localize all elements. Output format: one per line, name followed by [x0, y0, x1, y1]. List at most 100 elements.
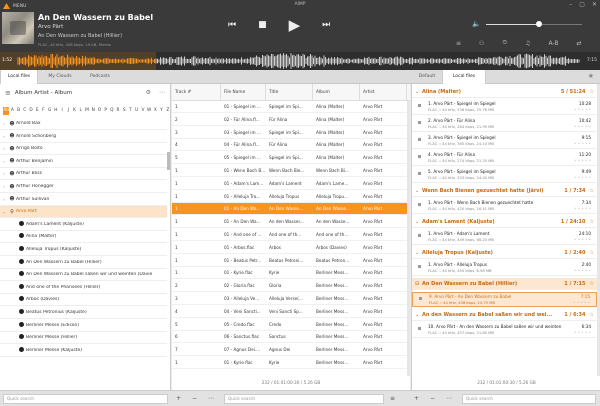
tab-playlist-local-files[interactable]: Local files [442, 70, 486, 84]
expand-arrow-icon[interactable]: › [0, 134, 8, 139]
playlist-track[interactable]: 10. Arvo Pärt - An den Wassern zu Babel … [412, 323, 597, 338]
tree-album-row[interactable]: Berliner Messe (Kaljuste) [0, 345, 167, 357]
playlist-add-button[interactable]: + [414, 394, 419, 404]
add-button[interactable]: + [176, 394, 181, 404]
stop-button[interactable]: ■ [258, 21, 267, 30]
table-row[interactable]: 1 01 - An Den Wa... An Den Wasse... An Den … [172, 203, 410, 216]
tree-album-row[interactable]: Arbos (Davies) [0, 294, 167, 307]
tree-artist-row[interactable]: › ☻ Arthur Bliss [0, 168, 167, 181]
tree-album-row[interactable]: An Den Wassern zu Babel saßen wir und we… [0, 269, 167, 282]
sleep-timer-icon[interactable]: ⏲ [502, 39, 507, 47]
table-row[interactable]: 3 03 - Alleluja Ve... Alleluja Verse(... Be… [172, 293, 410, 305]
tree-album-row[interactable]: An Den Wassern zu Babel (Hillier) [0, 257, 167, 269]
tree-album-row[interactable]: And one of the Pharisees (Hillier) [0, 282, 167, 294]
tree-artist-row[interactable]: ⌄ ♀ Arvo Pärt [0, 206, 167, 219]
rating-stars[interactable]: * * * * * [574, 207, 591, 211]
play-button[interactable]: ▶ [289, 18, 301, 33]
speaker-icon[interactable]: 🔈 [472, 20, 481, 28]
playlist-track[interactable]: 4. Arvo Pärt - Für Alina FLAC :: 44 kHz, … [412, 151, 597, 166]
group-toggle-icon[interactable]: ⊟ [415, 281, 422, 287]
playlist-track[interactable]: 1. Arvo Pärt - Wenn Bach Bienen gezuecht… [412, 199, 597, 214]
table-row[interactable]: 1 01 - Alleluja Tro... Alleluja Tropus Alle… [172, 191, 410, 203]
tab-local-files[interactable]: Local files [0, 70, 38, 84]
tree-artist-row[interactable]: › ☻ Arthur Honegger [0, 181, 167, 193]
ab-repeat-button[interactable]: A-B [549, 40, 559, 47]
tree-artist-row[interactable]: › ☻ Arthur Sullivan [0, 194, 167, 206]
table-row[interactable]: 7 07 - Agnus Dei.... Agnus Dei Berliner Mes… [172, 344, 410, 357]
group-toggle-icon[interactable]: ⌄ [415, 89, 422, 95]
library-search-input[interactable]: Quick search [3, 394, 168, 404]
table-row[interactable]: 1 01 - Arbos.flac Arbos Arbos (Davies) Arvo … [172, 242, 410, 254]
rating-stars[interactable]: * * * * * [574, 238, 591, 242]
minimize-button[interactable]: – [569, 1, 572, 8]
group-star-icon[interactable]: ☆ [590, 219, 597, 225]
maximize-button[interactable]: ▢ [579, 1, 585, 8]
playlist-track[interactable]: 1. Arvo Pärt - Spiegel im Spiegel FLAC ::… [412, 100, 597, 115]
expand-arrow-icon[interactable]: › [0, 171, 8, 176]
group-toggle-icon[interactable]: ⌄ [415, 188, 422, 194]
playlist-group-header[interactable]: ⌄ An den Wassern zu Babel saßen wir und w… [412, 309, 597, 321]
playlist-track[interactable]: 3. Arvo Pärt - Spiegel im Spiegel FLAC ::… [412, 134, 597, 149]
group-toggle-icon[interactable]: ⌄ [415, 219, 422, 225]
previous-button[interactable]: ⏮ [228, 21, 236, 30]
col-file-name[interactable]: File Name [221, 84, 266, 101]
table-scrollbar[interactable] [407, 101, 410, 376]
rating-stars[interactable]: * * * * * [574, 269, 591, 273]
col-track-number[interactable]: Track # [172, 84, 221, 101]
table-row[interactable]: 1 01 - And one of ... And one of th... And … [172, 229, 410, 241]
group-star-icon[interactable]: ☆ [590, 250, 597, 256]
playlist-track[interactable]: 1. Arvo Pärt - Adam's Lament FLAC :: 44 k… [412, 230, 597, 245]
expand-arrow-icon[interactable]: › [0, 159, 8, 164]
tree-artist-row[interactable]: › ☻ Arnold Schönberg [0, 131, 167, 143]
playlist-group-header[interactable]: ⌄ Alleluja Tropus (Kaljuste) 1 / 2:40 ☆ [412, 247, 597, 259]
table-row[interactable]: 2 02 - Gloria.flac Gloria Berliner Mess... A… [172, 280, 410, 293]
table-row[interactable]: 1 01 - Kyrie.flac Kyrie Berliner Mess... Arv… [172, 267, 410, 280]
library-scrollbar[interactable] [167, 152, 170, 170]
expand-arrow-icon[interactable]: › [0, 121, 8, 126]
table-row[interactable]: 2 02 - Für Alina.fl... Für Alina Alina (Mal… [172, 114, 410, 126]
group-star-icon[interactable]: ☆ [590, 89, 597, 95]
rating-stars[interactable]: * * * * * [574, 159, 591, 163]
table-row[interactable]: 4 04 - Veni Sancti... Veni Sancti Sp... Ber… [172, 306, 410, 318]
rating-stars[interactable]: * * * * * [574, 142, 591, 146]
tree-album-row[interactable]: Alleluja Tropus (Kaljuste) [0, 244, 167, 256]
playlist-group-header[interactable]: ⌄ Alina (Malter) 5 / 51:24 ☆ [412, 86, 597, 98]
tree-album-row[interactable]: Beatus Petronius (Kaljuste) [0, 307, 167, 319]
table-row[interactable]: 4 04 - Für Alina.fl... Für Alina Alina (Mal… [172, 139, 410, 152]
shuffle-icon[interactable]: ⇄ [577, 40, 582, 47]
expand-arrow-icon[interactable]: › [0, 184, 8, 189]
col-title[interactable]: Title [266, 84, 313, 101]
settings-icon[interactable]: ⚙ [146, 89, 151, 96]
volume-slider-handle[interactable] [535, 21, 542, 27]
rating-stars[interactable]: * * * * * [574, 108, 591, 112]
group-toggle-icon[interactable]: ⌄ [415, 312, 422, 318]
table-row[interactable]: 1 01 - Spiegel im ... Spiegel im Spi... Ali… [172, 101, 410, 113]
table-row[interactable]: 5 05 - Credo.flac Credo Berliner Mess... Arv… [172, 319, 410, 331]
equalizer-icon[interactable]: ♫ [525, 40, 530, 47]
group-star-icon[interactable]: ☆ [590, 188, 597, 194]
table-row[interactable]: 3 03 - Spiegel im ... Spiegel im Spi... Ali… [172, 127, 410, 139]
collapse-arrow-icon[interactable]: ⌄ [0, 209, 8, 214]
table-row[interactable]: 5 05 - Spiegel im ... Spiegel im Spi... Ali… [172, 152, 410, 165]
waveform-seekbar[interactable]: 1:52 7:15 [0, 52, 600, 70]
group-star-icon[interactable]: ☆ [590, 312, 597, 318]
album-cover[interactable] [2, 12, 34, 44]
hamburger-icon[interactable]: ≡ [5, 89, 11, 97]
col-album[interactable]: Album [313, 84, 360, 101]
table-row[interactable]: 1 01 - An Den Wa... An den Wasser... An den… [172, 216, 410, 229]
col-artist[interactable]: Artist [360, 84, 407, 101]
group-toggle-icon[interactable]: ⌄ [415, 250, 422, 256]
tab-playlist-default[interactable]: Default [414, 70, 440, 84]
table-row[interactable]: 1 01 - Beatus Petr... Beatus Petroni... Bea… [172, 255, 410, 267]
grouping-label[interactable]: Album Artist - Album [15, 90, 72, 96]
table-row[interactable]: 1 01 - Adam's Lam... Adam's Lament Adam's L… [172, 178, 410, 190]
playlist-icon[interactable]: ≡ [456, 40, 461, 47]
tree-album-row[interactable]: Berliner Messe (Hillier) [0, 332, 167, 345]
playlist-track[interactable]: 5. Arvo Pärt - Spiegel im Spiegel FLAC ::… [412, 168, 597, 183]
playlist-track[interactable]: 9. Arvo Pärt - An Den Wassern zu Babel FL… [412, 292, 597, 307]
rating-stars[interactable]: * * * * * [574, 125, 591, 129]
star-icon[interactable]: ★ [588, 72, 594, 80]
tree-artist-row[interactable]: › ☻ Arrigo Boito [0, 143, 167, 156]
more-button[interactable]: ⋯ [208, 394, 214, 404]
playlist-remove-button[interactable]: − [430, 394, 435, 404]
